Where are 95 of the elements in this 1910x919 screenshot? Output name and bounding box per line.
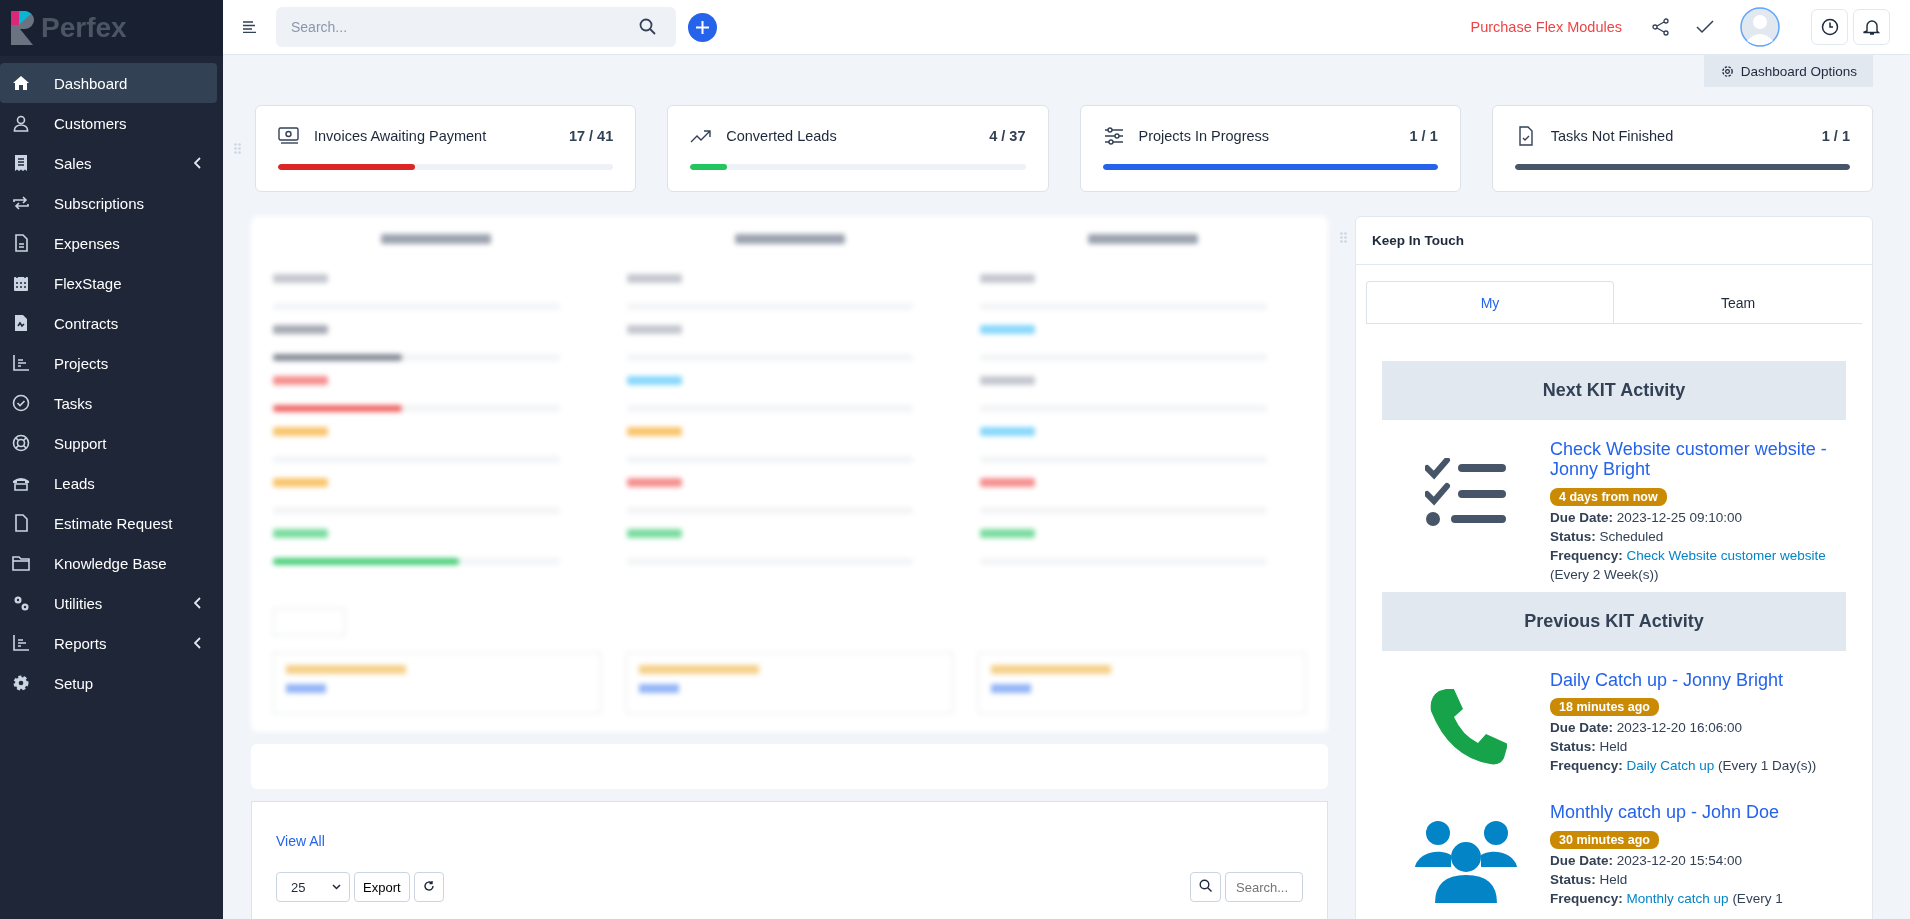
search-icon — [1199, 879, 1212, 892]
gears-icon — [12, 594, 30, 612]
settings-icon — [12, 674, 30, 692]
status-text: Status: Held — [1550, 871, 1629, 890]
frequency-link[interactable]: Check Website customer website — [1626, 547, 1826, 563]
time-badge: 18 minutes ago — [1550, 698, 1659, 717]
chart-icon — [12, 354, 30, 372]
dashboard-options-button[interactable]: Dashboard Options — [1703, 55, 1873, 87]
frequency-link[interactable]: Daily Catch up — [1626, 758, 1715, 774]
refresh-button[interactable] — [413, 872, 444, 902]
panel-title: Keep In Touch — [1372, 233, 1464, 248]
section-heading: Previous KIT Activity — [1382, 591, 1846, 651]
receipt-icon — [12, 154, 30, 172]
checkmark-icon[interactable] — [1696, 20, 1714, 34]
status-text: Status: Held — [1550, 738, 1629, 757]
tab[interactable]: My — [1366, 281, 1614, 323]
card-count: 17 / 41 — [568, 128, 614, 144]
add-button[interactable] — [688, 12, 717, 42]
frequency-label: Frequency: — [1550, 758, 1623, 774]
frequency-note: (Every 2 Week(s)) — [1550, 566, 1659, 582]
table-search-field[interactable]: Search... — [1225, 872, 1303, 902]
sidebar-item[interactable]: FlexStage — [0, 263, 217, 303]
due-date-text: Due Date: 2023-12-25 09:10:00 — [1550, 508, 1744, 527]
checklist-icon — [1425, 458, 1507, 526]
search-icon — [639, 18, 656, 35]
drag-handle-icon[interactable] — [1340, 232, 1347, 243]
sliders-icon — [1102, 126, 1125, 146]
page-size-select[interactable]: 25 — [276, 872, 350, 902]
file-icon — [12, 514, 30, 532]
view-all-link[interactable]: View All — [276, 833, 325, 849]
lifebuoy-icon — [12, 434, 30, 452]
calendar-icon — [12, 274, 30, 292]
banknote-icon — [278, 126, 300, 146]
card-count: 1 / 1 — [1409, 128, 1438, 144]
sidebar-item[interactable]: Expenses — [0, 223, 217, 263]
settings-icon — [1719, 63, 1735, 79]
search-field[interactable]: Search... — [276, 7, 676, 47]
folder-icon — [12, 554, 30, 572]
sidebar-item[interactable]: Reports — [0, 623, 217, 663]
sidebar-item[interactable]: Utilities — [0, 583, 217, 623]
card-count: 4 / 37 — [989, 128, 1026, 144]
sidebar-item[interactable]: Estimate Request — [0, 503, 217, 543]
sidebar-item[interactable]: Sales — [0, 143, 217, 183]
time-badge: 30 minutes ago — [1550, 831, 1659, 850]
frequency-label: Frequency: — [1550, 547, 1623, 563]
tab[interactable]: Team — [1614, 281, 1862, 323]
activity-title-link[interactable]: Monthly catch up - John Doe — [1550, 803, 1846, 824]
avatar-icon[interactable] — [1740, 7, 1780, 47]
notifications-button[interactable] — [1853, 9, 1890, 45]
bell-icon — [1862, 18, 1881, 36]
clock-icon — [1820, 18, 1839, 36]
search-button[interactable] — [1190, 872, 1221, 902]
sidebar-item[interactable]: Dashboard — [0, 63, 217, 103]
refresh-icon — [422, 879, 435, 892]
arrows-icon — [12, 194, 30, 212]
sidebar-item[interactable]: Leads — [0, 463, 217, 503]
card-title: Tasks Not Finished — [1550, 128, 1675, 144]
clock-button[interactable] — [1811, 9, 1848, 45]
purchase-link[interactable]: Purchase Flex Modules — [1470, 19, 1622, 35]
people-group-icon — [1415, 821, 1517, 904]
time-badge: 4 days from now — [1550, 487, 1667, 506]
frequency-link[interactable]: Monthly catch up — [1626, 891, 1729, 907]
caret-icon — [332, 884, 341, 890]
card-title: Projects In Progress — [1138, 128, 1271, 144]
frequency-label: Frequency: — [1550, 891, 1623, 907]
check-circle-icon — [12, 394, 30, 412]
user-icon — [12, 114, 30, 132]
frequency-note: (Every 1 Day(s)) — [1718, 758, 1817, 774]
document-icon — [12, 234, 30, 252]
status-text: Status: Scheduled — [1550, 527, 1665, 546]
sidebar-item[interactable]: Support — [0, 423, 217, 463]
sidebar-item[interactable]: Knowledge Base — [0, 543, 217, 583]
sidebar-item[interactable]: Customers — [0, 103, 217, 143]
sidebar-item[interactable]: Setup — [0, 663, 217, 703]
share-icon[interactable] — [1652, 18, 1670, 36]
logo-icon — [11, 11, 37, 45]
card-count: 1 / 1 — [1821, 128, 1850, 144]
chart-icon — [12, 634, 30, 652]
sidebar-item[interactable]: Contracts — [0, 303, 217, 343]
section-heading: Next KIT Activity — [1382, 361, 1846, 420]
sidebar-item[interactable]: Tasks — [0, 383, 217, 423]
due-date-text: Due Date: 2023-12-20 15:54:00 — [1550, 852, 1744, 871]
sidebar-item[interactable]: Projects — [0, 343, 217, 383]
sidebar-item[interactable]: Subscriptions — [0, 183, 217, 223]
due-date-text: Due Date: 2023-12-20 16:06:00 — [1550, 719, 1744, 738]
activity-title-link[interactable]: Check Website customer website - Jonny Bright — [1550, 440, 1846, 480]
export-button[interactable]: Export — [354, 872, 410, 902]
document-icon — [12, 314, 30, 332]
frequency-note: (Every 1 — [1732, 891, 1783, 907]
card-title: Invoices Awaiting Payment — [314, 128, 488, 144]
menu-icon[interactable] — [243, 21, 257, 33]
card-title: Converted Leads — [726, 128, 838, 144]
home-icon — [12, 74, 30, 92]
activity-title-link[interactable]: Daily Catch up - Jonny Bright — [1550, 670, 1846, 691]
drag-handle-icon[interactable] — [234, 143, 241, 154]
